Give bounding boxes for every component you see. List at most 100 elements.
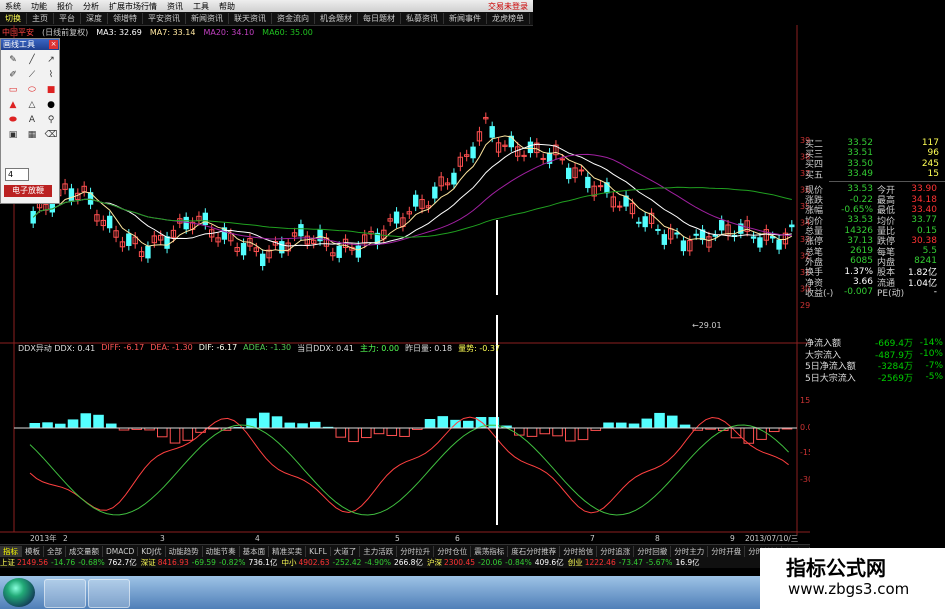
menu-item-7[interactable]: 帮助	[214, 1, 240, 12]
toolbar-tab-9[interactable]: 机会题材	[315, 13, 358, 24]
indicator-tab-2[interactable]: 全部	[44, 546, 66, 557]
kline-chart[interactable]: 39.0038.0037.0036.0035.0034.0033.0032.00…	[0, 25, 810, 545]
candle-body	[719, 219, 725, 231]
toolbar-tab-4[interactable]: 领增特	[108, 13, 143, 24]
candle-body	[566, 167, 572, 180]
draw-tools-footer-button[interactable]: 电子放鞭	[4, 185, 52, 197]
index-quote[interactable]: 深证 8416.93 -69.59 -0.82% 736.1亿	[141, 557, 278, 568]
date-label: 7	[590, 534, 595, 543]
line-icon[interactable]: ╱	[25, 54, 39, 66]
taskbar-folder-button[interactable]	[88, 579, 130, 608]
indicator-tab-19[interactable]: 分时回撤	[634, 546, 672, 557]
indicator-tab-9[interactable]: 精准买卖	[269, 546, 307, 557]
rect-icon[interactable]: ▭	[6, 84, 20, 96]
menu-item-3[interactable]: 分析	[78, 1, 104, 12]
ellipse-fill-icon[interactable]: ⬬	[6, 114, 20, 126]
pen-icon[interactable]: ✐	[6, 69, 20, 81]
ddx-bar	[157, 427, 168, 438]
ellipse-icon[interactable]: ⬭	[25, 84, 39, 96]
menu-item-6[interactable]: 工具	[188, 1, 214, 12]
arrow-up-icon[interactable]: ▲	[6, 99, 20, 111]
menu-item-2[interactable]: 报价	[52, 1, 78, 12]
candle-body	[68, 188, 75, 201]
ddx-bar	[603, 422, 614, 429]
candle-body	[757, 237, 763, 248]
trade-login-status[interactable]: 交易未登录	[483, 1, 533, 12]
index-percent: -0.84%	[505, 558, 532, 567]
indicator-tab-18[interactable]: 分时追涨	[597, 546, 635, 557]
indicator-tab-17[interactable]: 分时拾信	[560, 546, 598, 557]
menu-item-5[interactable]: 资讯	[162, 1, 188, 12]
toolbar-tab-5[interactable]: 平安资讯	[143, 13, 186, 24]
index-quote[interactable]: 创业 1222.46 -73.47 -5.67% 16.9亿	[568, 557, 700, 568]
indicator-tab-16[interactable]: 度石分时推荐	[508, 546, 561, 557]
indicator-tab-11[interactable]: 大道了	[331, 546, 361, 557]
toolbar-tab-14[interactable]: 中小板	[530, 13, 533, 24]
ray-icon[interactable]: ↗	[44, 54, 58, 66]
circle-icon[interactable]: ●	[44, 99, 58, 111]
indicator-tab-5[interactable]: KDJ优	[138, 546, 166, 557]
index-volume: 762.7亿	[107, 558, 137, 567]
indicator-tab-1[interactable]: 模板	[22, 546, 44, 557]
indicator-tab-10[interactable]: KLFL	[306, 547, 331, 556]
indicator-tab-20[interactable]: 分时主力	[671, 546, 709, 557]
stat-value: 30.38	[911, 235, 937, 246]
indicator-tab-12[interactable]: 主力活跃	[360, 546, 398, 557]
ddx-bar	[310, 421, 321, 429]
filled-rect-icon[interactable]: ■	[44, 84, 58, 96]
indicator-tab-7[interactable]: 动能节奏	[203, 546, 240, 557]
taskbar-ie-button[interactable]	[44, 579, 86, 608]
toolbar-tab-6[interactable]: 新闻资讯	[186, 13, 229, 24]
indicator-tab-13[interactable]: 分时拉升	[397, 546, 435, 557]
toolbar-tab-13[interactable]: 龙虎榜单	[487, 13, 530, 24]
indicator-tab-15[interactable]: 震荡指标	[471, 546, 509, 557]
indicator-tab-4[interactable]: DMACD	[103, 547, 139, 556]
menu-item-1[interactable]: 功能	[26, 1, 52, 12]
eraser-icon[interactable]: ⌫	[44, 129, 58, 141]
toolbar-tab-2[interactable]: 平台	[54, 13, 81, 24]
toolbar-tab-1[interactable]: 主页	[27, 13, 54, 24]
date-label: 3	[160, 534, 165, 543]
grid-icon[interactable]: ▦	[25, 129, 39, 141]
start-button[interactable]	[3, 578, 35, 607]
close-icon[interactable]: ×	[49, 40, 58, 49]
indicator-tab-0[interactable]: 指标	[0, 546, 22, 557]
indicator-tab-6[interactable]: 动能趋势	[166, 546, 203, 557]
pencil-icon[interactable]: ✎	[6, 54, 20, 66]
candle-body	[260, 253, 266, 267]
toolbar-tab-0[interactable]: 切换	[0, 13, 27, 24]
toolbar-tab-12[interactable]: 新闻事件	[444, 13, 487, 24]
bid-row: 买五 33.49 15	[805, 169, 945, 181]
ddx-bar	[526, 427, 538, 437]
indicator-tab-8[interactable]: 基本面	[240, 546, 270, 557]
toolbar-tab-7[interactable]: 联天资讯	[229, 13, 272, 24]
stat-value: -0.007	[843, 287, 873, 298]
index-quote[interactable]: 中小 4902.63 -252.42 -4.90% 266.8亿	[281, 557, 423, 568]
menu-item-0[interactable]: 系统	[0, 1, 26, 12]
candle-body	[597, 185, 604, 188]
line-count-field[interactable]: 4	[5, 168, 29, 181]
indicator-tab-14[interactable]: 分时仓位	[434, 546, 472, 557]
zoom-icon[interactable]: ⚲	[44, 114, 58, 126]
indicator-tab-21[interactable]: 分时开盘	[708, 546, 746, 557]
toolbar-tab-8[interactable]: 资金流向	[272, 13, 315, 24]
text-icon[interactable]: A	[25, 114, 39, 126]
toolbar-tab-10[interactable]: 每日题材	[358, 13, 401, 24]
stat-value: -	[933, 287, 937, 298]
polyline-icon[interactable]: ⌇	[44, 69, 58, 81]
menu-item-4[interactable]: 扩展市场行情	[104, 1, 162, 12]
index-quote[interactable]: 沪深 2300.45 -20.06 -0.84% 409.6亿	[427, 557, 564, 568]
candle-body	[413, 194, 419, 207]
toolbar-tab-11[interactable]: 私募资讯	[401, 13, 444, 24]
stat-value: 6085	[850, 256, 873, 267]
toolbar-tab-3[interactable]: 深度	[81, 13, 108, 24]
indicator-labels: DDX异动 DDX: 0.41 DIFF: -6.17 DEA: -1.30 D…	[18, 343, 548, 353]
triangle-icon[interactable]: △	[25, 99, 39, 111]
candle-body	[789, 224, 795, 228]
diagonal-icon[interactable]: ⟋	[25, 69, 39, 81]
quote-panel: 买二 33.52 117 买三 33.51 96 买四 33.50 245 买五 33.49 15 现价…	[805, 138, 945, 348]
save-icon[interactable]: ▣	[6, 129, 20, 141]
index-quote[interactable]: 上证 2149.56 -14.76 -0.68% 762.7亿	[0, 557, 137, 568]
indicator-name: DDX异动 DDX: 0.41	[18, 344, 96, 353]
indicator-tab-3[interactable]: 成交量额	[66, 546, 103, 557]
